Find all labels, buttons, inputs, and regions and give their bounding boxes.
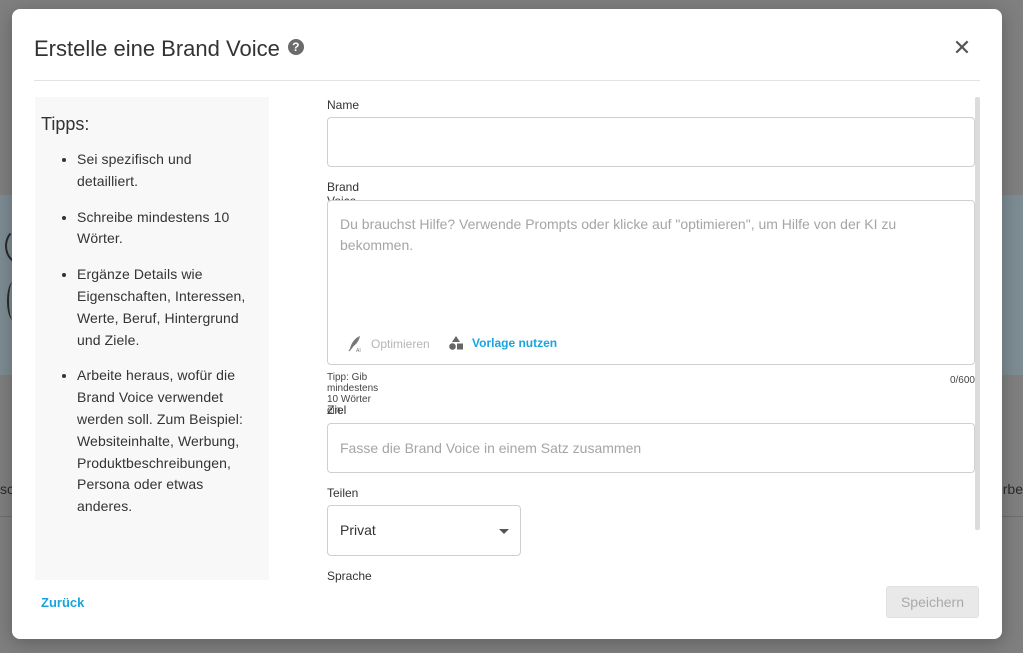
use-template-button[interactable]: Vorlage nutzen bbox=[448, 335, 557, 351]
brand-voice-textarea[interactable]: Du brauchst Hilfe? Verwende Prompts oder… bbox=[327, 200, 975, 365]
character-counter: 0/600 bbox=[949, 375, 975, 386]
svg-text:AI: AI bbox=[356, 348, 361, 353]
goal-label: Ziel bbox=[327, 403, 347, 417]
define-placeholder: Du brauchst Hilfe? Verwende Prompts oder… bbox=[340, 216, 897, 253]
goal-input[interactable]: Fasse die Brand Voice in einem Satz zusa… bbox=[327, 423, 975, 473]
share-label: Teilen bbox=[327, 486, 359, 500]
brand-voice-dialog: Erstelle eine Brand Voice ? ✕ Tipps: Sei… bbox=[12, 9, 1002, 639]
language-label: Sprache bbox=[327, 569, 372, 583]
tips-list: Sei spezifisch und detailliert. Schreibe… bbox=[35, 149, 253, 532]
dialog-title: Erstelle eine Brand Voice bbox=[34, 36, 280, 61]
name-input[interactable] bbox=[327, 117, 975, 167]
tip-item: Schreibe mindestens 10 Wörter. bbox=[77, 207, 253, 251]
share-select[interactable]: Privat bbox=[327, 505, 521, 556]
form-scrollbar[interactable] bbox=[975, 97, 980, 530]
tip-item: Ergänze Details wie Eigenschaften, Inter… bbox=[77, 264, 253, 351]
chevron-down-icon bbox=[499, 529, 509, 534]
back-link[interactable]: Zurück bbox=[41, 595, 84, 610]
header-divider bbox=[34, 80, 980, 81]
dialog-header: Erstelle eine Brand Voice ? bbox=[34, 36, 304, 62]
use-template-label: Vorlage nutzen bbox=[472, 336, 558, 350]
optimize-label: Optimieren bbox=[371, 337, 430, 351]
close-icon[interactable]: ✕ bbox=[951, 37, 973, 59]
tip-item: Arbeite heraus, wofür die Brand Voice ve… bbox=[77, 365, 253, 518]
save-button[interactable]: Speichern bbox=[886, 586, 979, 618]
help-circle-icon[interactable]: ? bbox=[287, 39, 304, 55]
shapes-icon bbox=[449, 336, 463, 350]
name-label: Name bbox=[327, 98, 360, 112]
background-text-right: rbe bbox=[1002, 481, 1023, 497]
goal-placeholder: Fasse die Brand Voice in einem Satz zusa… bbox=[340, 440, 642, 456]
tips-panel: Tipps: Sei spezifisch und detailliert. S… bbox=[35, 97, 269, 580]
share-value: Privat bbox=[340, 522, 376, 538]
tip-item: Sei spezifisch und detailliert. bbox=[77, 149, 253, 193]
optimize-button[interactable]: AI Optimieren bbox=[347, 335, 430, 353]
ai-feather-icon: AI bbox=[348, 336, 361, 353]
tips-title: Tipps: bbox=[41, 114, 90, 134]
